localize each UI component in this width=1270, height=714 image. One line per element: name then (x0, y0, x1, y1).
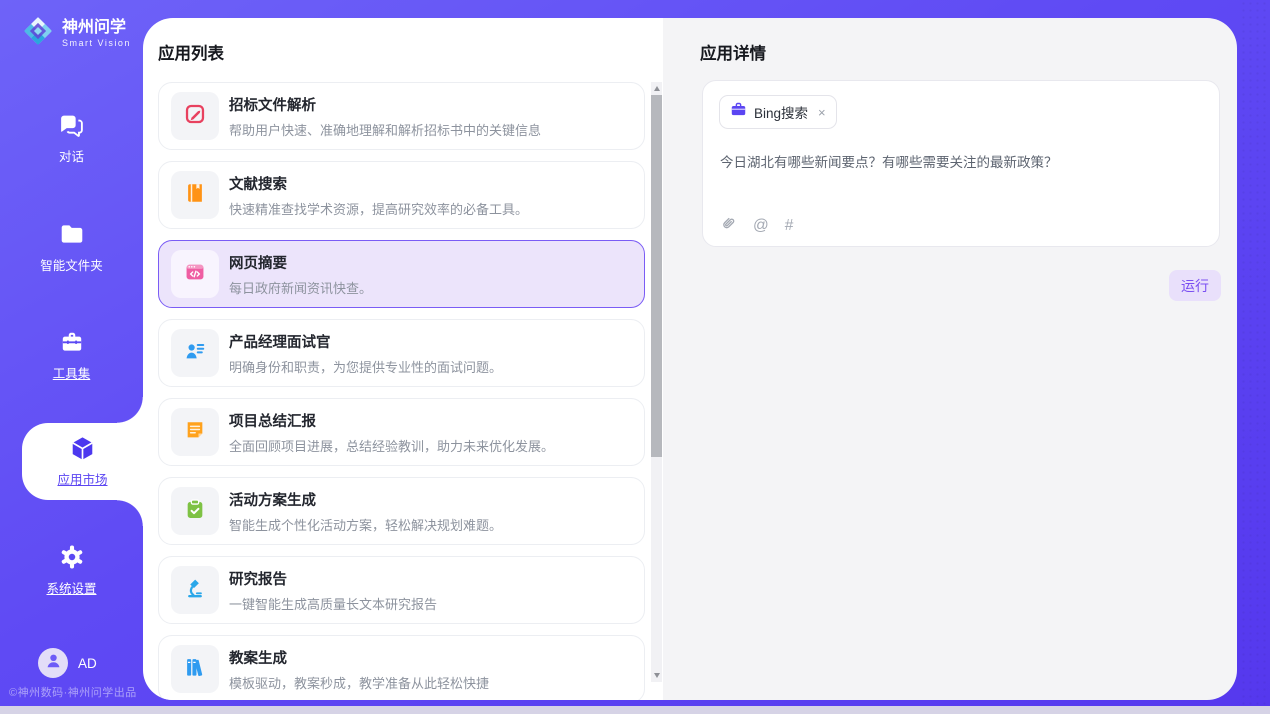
chip-close-icon[interactable]: × (818, 105, 826, 120)
triangle-up-icon (654, 86, 660, 91)
app-name: 研究报告 (229, 568, 437, 589)
sidebar-nav-item[interactable]: 应用市场 (22, 423, 143, 500)
dot-texture-decoration (1240, 0, 1270, 714)
books-icon (184, 656, 206, 683)
app-name: 文献搜索 (229, 173, 528, 194)
hash-icon[interactable]: # (785, 217, 794, 235)
app-card-list: 招标文件解析 帮助用户快速、准确地理解和解析招标书中的关键信息 文献搜索 快速精… (158, 82, 645, 700)
app-card[interactable]: 文献搜索 快速精准查找学术资源，提高研究效率的必备工具。 (158, 161, 645, 229)
cube-icon (22, 435, 143, 463)
brand: 神州问学 Smart Vision (20, 13, 131, 54)
user-label: AD (78, 656, 97, 671)
sidebar: 神州问学 Smart Vision 对话 智能文件夹 工具集 (0, 0, 143, 706)
composer-toolbar: @ # (720, 215, 793, 237)
tool-chip[interactable]: Bing搜索 × (719, 95, 837, 129)
brand-logo-icon (20, 13, 56, 54)
triangle-down-icon (654, 673, 660, 678)
app-name: 项目总结汇报 (229, 410, 554, 431)
app-card[interactable]: 网页摘要 每日政府新闻资讯快查。 (158, 240, 645, 308)
tool-chip-label: Bing搜索 (754, 102, 808, 122)
chat-icon (0, 112, 143, 140)
app-list-title: 应用列表 (158, 40, 224, 64)
sidebar-nav-item[interactable]: 对话 (0, 112, 143, 166)
browser-code-icon (184, 261, 206, 288)
prompt-card: Bing搜索 × 今日湖北有哪些新闻要点？有哪些需要关注的最新政策？ @ # (702, 80, 1220, 247)
app-description: 智能生成个性化活动方案，轻松解决规划难题。 (229, 515, 502, 534)
book-icon (184, 182, 206, 209)
app-name: 活动方案生成 (229, 489, 502, 510)
sidebar-nav-item[interactable]: 智能文件夹 (0, 221, 143, 275)
app-description: 模板驱动，教案秒成，教学准备从此轻松快捷 (229, 673, 489, 692)
app-description: 每日政府新闻资讯快查。 (229, 278, 372, 297)
app-window: 神州问学 Smart Vision 对话 智能文件夹 工具集 (0, 0, 1270, 714)
app-icon-tile (171, 645, 219, 693)
scroll-down-button[interactable] (651, 669, 662, 682)
avatar[interactable] (38, 648, 68, 678)
microscope-icon (184, 577, 206, 604)
app-icon-tile (171, 329, 219, 377)
app-icon-tile (171, 250, 219, 298)
app-name: 招标文件解析 (229, 94, 541, 115)
app-description: 快速精准查找学术资源，提高研究效率的必备工具。 (229, 199, 528, 218)
app-icon-tile (171, 487, 219, 535)
sidebar-nav-label: 系统设置 (46, 578, 96, 597)
sidebar-nav-item[interactable]: 工具集 (0, 329, 143, 383)
note-icon (184, 419, 206, 446)
person-icon (44, 651, 63, 675)
gear-icon (0, 544, 143, 572)
app-description: 一键智能生成高质量长文本研究报告 (229, 594, 437, 613)
brand-name: 神州问学 (62, 19, 131, 37)
app-description: 明确身份和职责，为您提供专业性的面试问题。 (229, 357, 502, 376)
scroll-up-button[interactable] (651, 82, 662, 95)
sidebar-nav-item[interactable]: 系统设置 (0, 544, 143, 598)
paperclip-icon[interactable] (720, 215, 737, 237)
briefcase-icon (730, 101, 747, 123)
bottom-edge-strip (0, 706, 1270, 714)
app-description: 全面回顾项目进展，总结经验教训，助力未来优化发展。 (229, 436, 554, 455)
run-button[interactable]: 运行 (1169, 270, 1221, 301)
app-name: 网页摘要 (229, 252, 372, 273)
sidebar-nav-label: 智能文件夹 (40, 255, 103, 274)
app-name: 教案生成 (229, 647, 489, 668)
app-detail-title: 应用详情 (700, 40, 766, 64)
sidebar-nav-label: 对话 (59, 146, 84, 165)
app-icon-tile (171, 92, 219, 140)
user-row[interactable]: AD (38, 648, 97, 678)
app-card[interactable]: 产品经理面试官 明确身份和职责，为您提供专业性的面试问题。 (158, 319, 645, 387)
app-icon-tile (171, 566, 219, 614)
copyright-text: ©神州数码·神州问学出品 (9, 684, 137, 700)
app-icon-tile (171, 171, 219, 219)
brand-tagline: Smart Vision (62, 38, 131, 48)
app-card[interactable]: 项目总结汇报 全面回顾项目进展，总结经验教训，助力未来优化发展。 (158, 398, 645, 466)
app-detail-pane: 应用详情 Bing搜索 × 今日湖北有哪些新闻要点？有哪些需要关注的最新政策？ … (663, 18, 1237, 700)
app-card[interactable]: 教案生成 模板驱动，教案秒成，教学准备从此轻松快捷 (158, 635, 645, 700)
clipboard-check-icon (184, 498, 206, 525)
app-description: 帮助用户快速、准确地理解和解析招标书中的关键信息 (229, 120, 541, 139)
app-card[interactable]: 招标文件解析 帮助用户快速、准确地理解和解析招标书中的关键信息 (158, 82, 645, 150)
scrollbar-thumb[interactable] (651, 95, 662, 457)
folder-icon (0, 221, 143, 249)
pen-square-icon (184, 103, 206, 130)
toolbox-icon (0, 329, 143, 357)
at-icon[interactable]: @ (753, 217, 769, 235)
app-icon-tile (171, 408, 219, 456)
app-list-pane: 应用列表 招标文件解析 帮助用户快速、准确地理解和解析招标书中的关键信息 (143, 18, 663, 700)
app-card[interactable]: 活动方案生成 智能生成个性化活动方案，轻松解决规划难题。 (158, 477, 645, 545)
main-content: 应用列表 招标文件解析 帮助用户快速、准确地理解和解析招标书中的关键信息 (143, 18, 1237, 700)
app-card[interactable]: 研究报告 一键智能生成高质量长文本研究报告 (158, 556, 645, 624)
interviewer-icon (184, 340, 206, 367)
query-text[interactable]: 今日湖北有哪些新闻要点？有哪些需要关注的最新政策？ (720, 151, 1200, 171)
scrollbar[interactable] (651, 82, 662, 682)
sidebar-nav-label: 应用市场 (57, 469, 107, 488)
sidebar-nav-label: 工具集 (53, 363, 91, 382)
app-name: 产品经理面试官 (229, 331, 502, 352)
